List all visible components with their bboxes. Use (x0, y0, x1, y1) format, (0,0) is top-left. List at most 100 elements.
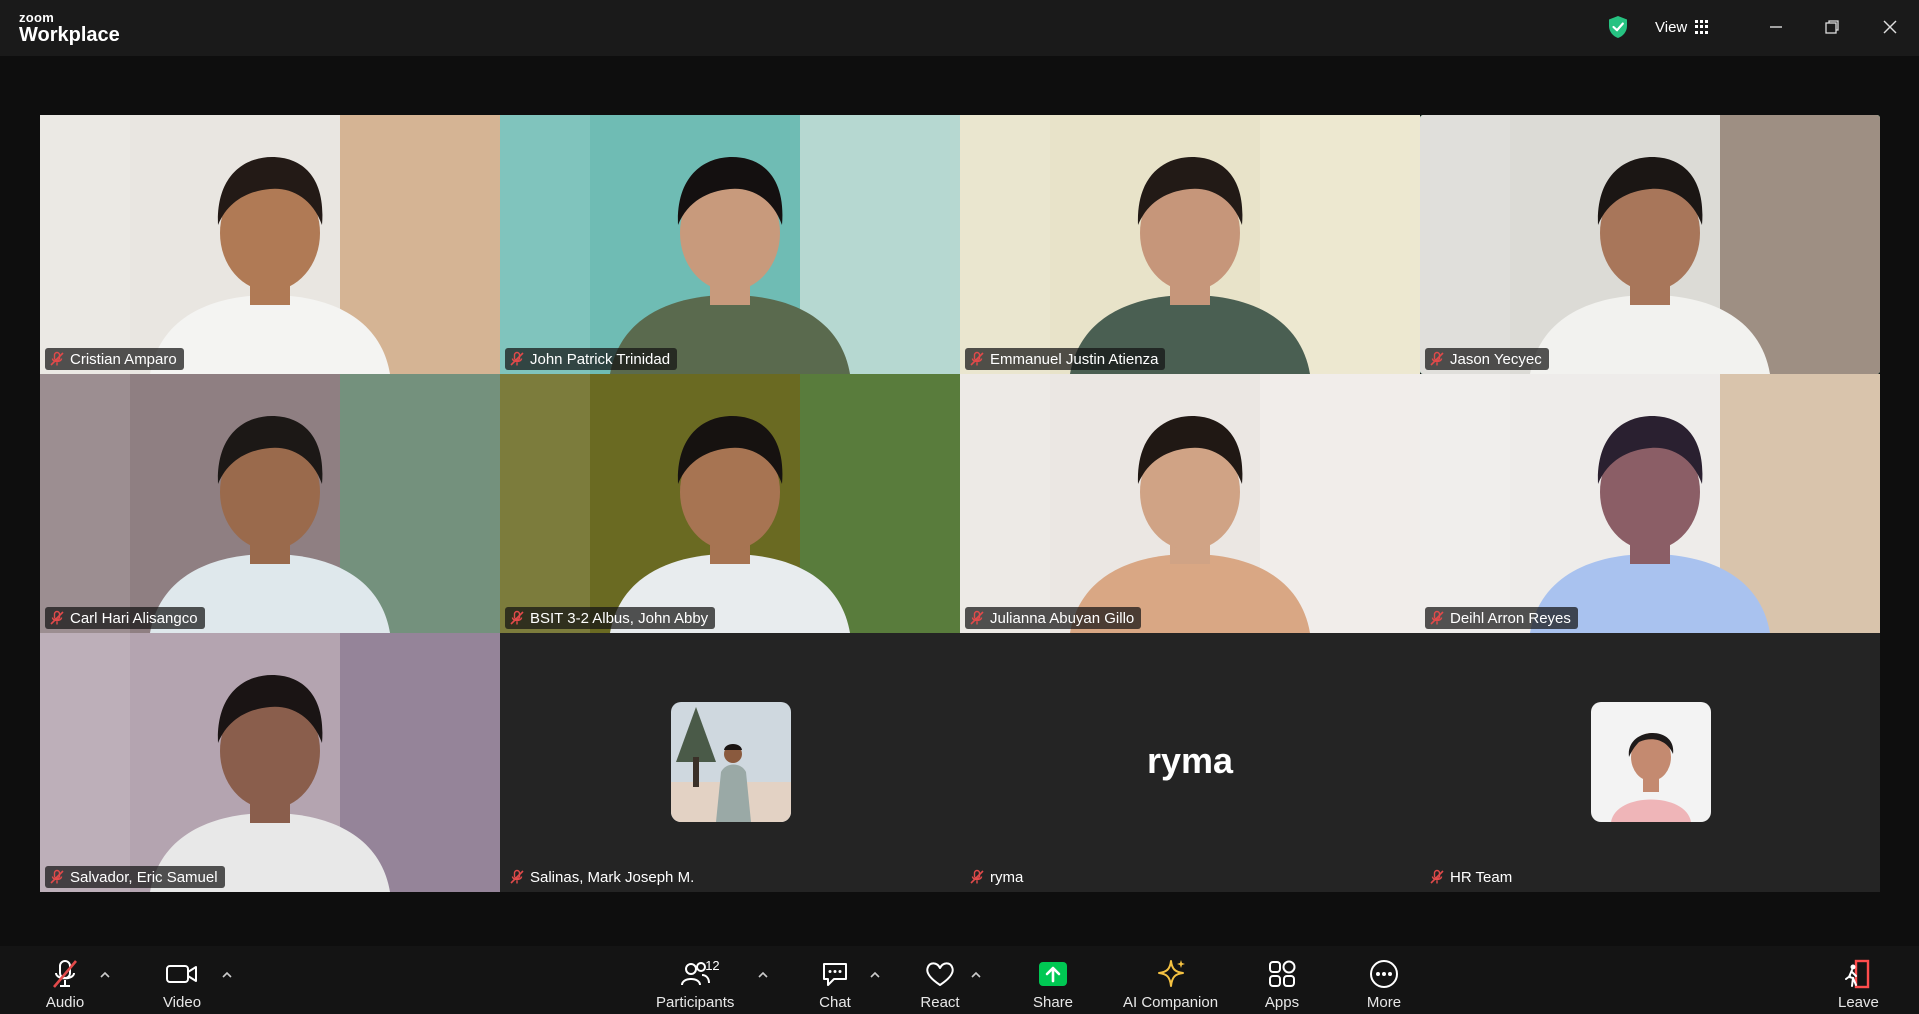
participant-tile[interactable]: John Patrick Trinidad (500, 115, 960, 374)
participant-tile[interactable]: Emmanuel Justin Atienza (960, 115, 1420, 374)
video-options-chevron-up-icon[interactable] (221, 969, 233, 981)
participant-video (500, 374, 960, 633)
participant-display-name: ryma (1146, 740, 1234, 781)
more-button[interactable]: More (1364, 956, 1404, 1011)
participant-tile[interactable]: Julianna Abuyan Gillo (960, 374, 1420, 633)
participant-avatar (671, 702, 791, 822)
participant-name-tag: Cristian Amparo (45, 348, 184, 370)
react-label: React (920, 994, 960, 1011)
participant-name: John Patrick Trinidad (530, 350, 671, 368)
participant-name: HR Team (1450, 868, 1513, 886)
participant-name: Salinas, Mark Joseph M. (530, 868, 695, 886)
muted-mic-icon (1430, 869, 1444, 884)
participant-tile[interactable]: Carl Hari Alisangco (40, 374, 500, 633)
audio-label: Audio (45, 994, 85, 1011)
participant-tile[interactable]: Deihl Arron Reyes (1420, 374, 1880, 633)
close-button[interactable] (1875, 12, 1905, 42)
participant-avatar (1591, 702, 1711, 822)
participants-options-chevron-up-icon[interactable] (757, 969, 769, 981)
leave-button[interactable]: Leave (1838, 956, 1879, 1011)
gallery-grid-icon (1695, 20, 1709, 34)
participant-name-tag: ryma (965, 866, 1030, 888)
brand-line-1: zoom (19, 10, 55, 25)
leave-door-icon (1838, 956, 1878, 992)
ai-sparkle-icon (1151, 956, 1191, 992)
participant-tile[interactable]: Cristian Amparo (40, 115, 500, 374)
profile-photo-icon (1591, 702, 1711, 822)
participant-name: BSIT 3-2 Albus, John Abby (530, 609, 709, 627)
participant-tile[interactable]: BSIT 3-2 Albus, John Abby (500, 374, 960, 633)
view-label: View (1655, 18, 1688, 36)
heart-icon (920, 956, 960, 992)
react-options-chevron-up-icon[interactable] (970, 969, 982, 981)
participants-icon: 12 (675, 956, 720, 992)
video-button[interactable]: Video (162, 956, 202, 1011)
participant-name: Cristian Amparo (70, 350, 177, 368)
participant-video (40, 633, 500, 892)
participant-count: 12 (705, 958, 720, 973)
participant-name: ryma (990, 868, 1024, 886)
chat-options-chevron-up-icon[interactable] (869, 969, 881, 981)
participant-video (40, 374, 500, 633)
muted-mic-icon (510, 610, 524, 625)
apps-button[interactable]: Apps (1262, 956, 1302, 1011)
video-gallery: Cristian Amparo John Patrick Trinidad Emma… (40, 115, 1880, 892)
participant-name: Carl Hari Alisangco (70, 609, 198, 627)
audio-button[interactable]: Audio (45, 956, 85, 1011)
ai-companion-label: AI Companion (1123, 994, 1219, 1011)
muted-mic-icon (50, 610, 64, 625)
apps-icon (1262, 956, 1302, 992)
apps-label: Apps (1264, 994, 1300, 1011)
participant-tile[interactable]: Salinas, Mark Joseph M. (500, 633, 960, 892)
participant-name-tag: BSIT 3-2 Albus, John Abby (505, 607, 716, 629)
muted-mic-icon (970, 610, 984, 625)
participant-name: Emmanuel Justin Atienza (990, 350, 1159, 368)
muted-mic-icon (510, 869, 524, 884)
mic-muted-icon (45, 956, 85, 992)
muted-mic-icon (510, 351, 524, 366)
audio-options-chevron-up-icon[interactable] (99, 969, 111, 981)
participant-tile[interactable]: ryma ryma (960, 633, 1420, 892)
participant-name: Deihl Arron Reyes (1450, 609, 1571, 627)
participant-name-tag: Salinas, Mark Joseph M. (505, 866, 701, 888)
participants-label: Participants (656, 994, 735, 1011)
participant-video (1420, 374, 1880, 633)
leave-label: Leave (1838, 994, 1879, 1011)
react-button[interactable]: React (920, 956, 960, 1011)
participant-video (500, 115, 960, 374)
participant-name-tag: Julianna Abuyan Gillo (965, 607, 1142, 629)
participant-name-tag: Deihl Arron Reyes (1425, 607, 1578, 629)
ai-companion-button[interactable]: AI Companion (1123, 956, 1218, 1011)
restore-button[interactable] (1817, 12, 1847, 42)
participant-name-tag: HR Team (1425, 866, 1519, 888)
participant-video (40, 115, 500, 374)
video-label: Video (162, 994, 202, 1011)
participant-video (1420, 115, 1880, 374)
participant-name: Jason Yecyec (1450, 350, 1542, 368)
muted-mic-icon (50, 351, 64, 366)
muted-mic-icon (970, 869, 984, 884)
share-button[interactable]: Share (1033, 956, 1073, 1011)
participant-name-tag: Salvador, Eric Samuel (45, 866, 225, 888)
participant-name: Julianna Abuyan Gillo (990, 609, 1135, 627)
restore-icon (1825, 20, 1839, 34)
brand-line-2: Workplace (19, 24, 120, 46)
participant-tile[interactable]: Salvador, Eric Samuel (40, 633, 500, 892)
participant-name-tag: Emmanuel Justin Atienza (965, 348, 1166, 370)
chat-button[interactable]: Chat (815, 956, 855, 1011)
muted-mic-icon (1430, 610, 1444, 625)
encryption-shield-icon[interactable] (1607, 15, 1629, 39)
view-button[interactable]: View (1655, 16, 1709, 38)
meeting-toolbar: Audio Video 12 Participants Chat React S… (0, 946, 1919, 1014)
share-screen-icon (1033, 956, 1073, 992)
participant-tile[interactable]: Jason Yecyec (1420, 115, 1880, 374)
participant-name-tag: Carl Hari Alisangco (45, 607, 205, 629)
participant-tile[interactable]: HR Team (1420, 633, 1880, 892)
participant-video (960, 374, 1420, 633)
participant-name-tag: Jason Yecyec (1425, 348, 1549, 370)
participant-name-tag: John Patrick Trinidad (505, 348, 678, 370)
participant-video (960, 115, 1420, 374)
title-bar: zoom Workplace View (0, 0, 1919, 56)
minimize-button[interactable] (1761, 12, 1791, 42)
participants-button[interactable]: 12 Participants (656, 956, 734, 1011)
